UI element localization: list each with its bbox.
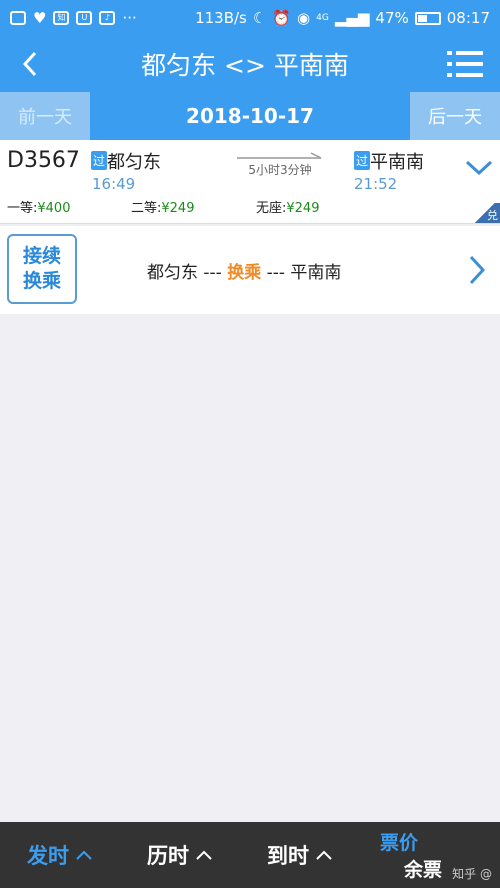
chevron-right-icon[interactable] bbox=[464, 254, 490, 286]
tiktok-icon: ♪ bbox=[99, 11, 116, 25]
chevron-up-icon bbox=[196, 850, 212, 860]
network-speed: 113B/s bbox=[195, 9, 247, 27]
more-icon: ··· bbox=[122, 9, 137, 27]
sort-duration-button[interactable]: 历时 bbox=[120, 840, 240, 870]
duration-label: 5小时3分钟 bbox=[248, 163, 312, 177]
prev-day-button[interactable]: 前一天 bbox=[0, 92, 90, 140]
pass-badge: 过 bbox=[91, 151, 108, 170]
briefcase-icon bbox=[10, 11, 26, 25]
price-first-class: 一等:¥400 bbox=[7, 201, 71, 216]
from-station-name: 都匀东 bbox=[107, 152, 162, 173]
menu-button[interactable] bbox=[430, 36, 500, 92]
sort-arrive-button[interactable]: 到时 bbox=[240, 840, 360, 870]
chevron-down-icon[interactable] bbox=[463, 154, 495, 180]
to-station: 过平南南 bbox=[354, 148, 424, 174]
price-no-seat: 无座:¥249 bbox=[256, 201, 320, 216]
clock: 08:17 bbox=[446, 9, 490, 27]
eye-icon: ◉ bbox=[297, 9, 311, 27]
page-title: 都匀东 <> 平南南 bbox=[141, 51, 349, 80]
status-bar: ♥ 知 U ♪ ··· 113B/s ☾ ⏰ ◉ 4G ▂▄▆ 47% 08:1… bbox=[0, 0, 500, 36]
menu-icon bbox=[447, 51, 483, 77]
sort-bar: 发时 历时 到时 票价 余票 知乎 @ bbox=[0, 822, 500, 888]
alarm-icon: ⏰ bbox=[272, 9, 292, 27]
battery-percent: 47% bbox=[375, 9, 409, 27]
date-bar: 前一天 2018-10-17 后一天 bbox=[0, 92, 500, 140]
price-second-class: 二等:¥249 bbox=[131, 201, 195, 216]
train-number: D3567 bbox=[7, 148, 80, 173]
to-station-name: 平南南 bbox=[370, 152, 425, 173]
zhihu-icon: 知 bbox=[53, 11, 70, 25]
from-station: 过都匀东 bbox=[91, 148, 161, 174]
exchange-tag: 兑 bbox=[470, 203, 500, 223]
transfer-route: 都匀东 --- 换乘 --- 平南南 bbox=[147, 263, 342, 283]
moon-icon: ☾ bbox=[252, 9, 267, 27]
watermark: 知乎 @ bbox=[452, 867, 492, 881]
next-day-button[interactable]: 后一天 bbox=[410, 92, 500, 140]
transfer-button[interactable]: 接续 换乘 bbox=[7, 234, 77, 304]
notification-icons: ♥ 知 U ♪ ··· bbox=[10, 9, 137, 27]
back-button[interactable] bbox=[0, 36, 60, 92]
date-selector[interactable]: 2018-10-17 bbox=[90, 92, 410, 140]
depart-time: 16:49 bbox=[92, 175, 136, 193]
transfer-row[interactable]: 接续 换乘 都匀东 --- 换乘 --- 平南南 bbox=[0, 226, 500, 314]
battery-icon bbox=[414, 11, 441, 25]
arrive-time: 21:52 bbox=[354, 175, 398, 193]
heart-icon: ♥ bbox=[33, 9, 47, 27]
chevron-up-icon bbox=[316, 850, 332, 860]
signal-label: 4G bbox=[316, 13, 329, 23]
sort-depart-button[interactable]: 发时 bbox=[0, 840, 120, 870]
signal-icon: ▂▄▆ bbox=[334, 9, 370, 27]
app-icon: U bbox=[76, 11, 93, 25]
chevron-up-icon bbox=[76, 850, 92, 860]
pass-badge: 过 bbox=[354, 151, 371, 170]
chevron-left-icon bbox=[22, 51, 37, 77]
header: 都匀东 <> 平南南 bbox=[0, 36, 500, 92]
